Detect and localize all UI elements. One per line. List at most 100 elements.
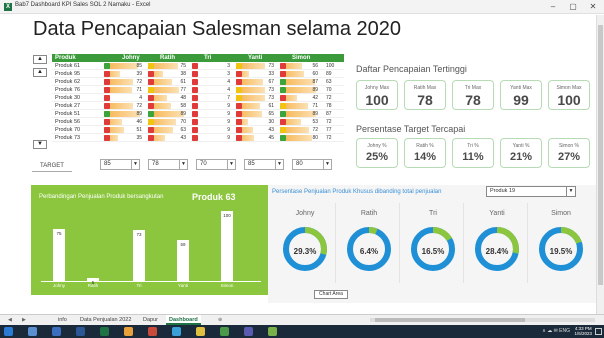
excel-taskbar-icon[interactable]: [100, 327, 109, 336]
score-cell: 85: [104, 63, 144, 69]
app-icon[interactable]: [148, 327, 157, 336]
vertical-scroll-thumb[interactable]: [598, 25, 603, 285]
horizontal-scrollbar[interactable]: [370, 318, 595, 322]
target-value: 70: [200, 161, 207, 167]
target-input[interactable]: 80 ▼: [292, 159, 332, 170]
header-johny: Johny: [122, 55, 140, 61]
word-icon[interactable]: [76, 327, 85, 336]
target-input[interactable]: 85 ▼: [244, 159, 284, 170]
kpi-card-value: 78: [465, 92, 481, 108]
tab-dapur[interactable]: Dapur: [143, 315, 158, 325]
search-icon[interactable]: [28, 327, 37, 336]
cross-icon: [192, 119, 198, 125]
chart-bar[interactable]: [133, 229, 145, 281]
tab-dashboard[interactable]: Dashboard: [166, 315, 201, 325]
scroll-up-button[interactable]: ▲: [33, 55, 47, 64]
system-tray[interactable]: ∧ ☁ ✉ ENG: [542, 328, 570, 334]
notification-icon[interactable]: [595, 328, 602, 335]
score-value: 65: [268, 111, 274, 117]
horizontal-scroll-thumb[interactable]: [375, 318, 525, 322]
table-row: Produk 73 35 43 9 45 80 72: [52, 134, 344, 142]
score-value: 35: [136, 135, 142, 141]
scroll-up-arrow-button[interactable]: ▲: [33, 68, 47, 77]
score-cell: 53: [280, 119, 320, 125]
cross-icon: [192, 111, 198, 117]
tab-prev-button[interactable]: ◀: [8, 315, 12, 325]
score-value: 75: [180, 63, 186, 69]
cross-icon: [236, 63, 242, 69]
chevron-down-icon[interactable]: ▼: [566, 187, 575, 196]
check-icon: [280, 111, 286, 117]
product-select[interactable]: Produk 19 ▼: [486, 186, 576, 197]
score-cell: 38: [148, 71, 188, 77]
cross-icon: [192, 135, 198, 141]
add-sheet-button[interactable]: ⊕: [218, 315, 222, 325]
score-value: 9: [227, 135, 230, 141]
score-cell: 73: [236, 87, 276, 93]
tab-data-penjualan[interactable]: Data Penjualan 2022: [80, 315, 131, 325]
task-view-icon[interactable]: [52, 327, 61, 336]
clock-date: 1/6/2023: [574, 331, 592, 336]
total-value: 89: [326, 71, 332, 77]
donut-column: Tri 16.5%: [402, 203, 464, 283]
score-value: 53: [312, 119, 318, 125]
kpi-card-value: 78: [417, 92, 433, 108]
target-input[interactable]: 85 ▼: [100, 159, 140, 170]
total-value: 72: [326, 119, 332, 125]
green-app-icon[interactable]: [220, 327, 229, 336]
target-input[interactable]: 78 ▼: [148, 159, 188, 170]
cross-icon: [236, 103, 242, 109]
vertical-scrollbar[interactable]: [596, 15, 604, 314]
donut-value: 19.5%: [549, 247, 573, 256]
score-value: 60: [312, 71, 318, 77]
total-value: 77: [326, 127, 332, 133]
comparison-chart[interactable]: Perbandingan Penjualan Produk bersangkut…: [31, 185, 268, 295]
kpi-card: Ratih % 14%: [404, 138, 446, 168]
kpi-card-label: Johny %: [367, 143, 387, 149]
powerpoint-icon[interactable]: [244, 327, 253, 336]
chevron-down-icon[interactable]: ▼: [131, 160, 139, 169]
chevron-down-icon[interactable]: ▼: [323, 160, 331, 169]
kpi-card: Ratih Max 78: [404, 80, 446, 110]
chart-data-label: 59: [180, 241, 186, 247]
score-value: 80: [312, 135, 318, 141]
tab-info[interactable]: info: [58, 315, 67, 325]
restore-button[interactable]: ▢: [566, 1, 580, 13]
check-icon: [280, 87, 286, 93]
chevron-down-icon[interactable]: ▼: [179, 160, 187, 169]
chart-bar[interactable]: [221, 211, 233, 281]
folder-icon[interactable]: [196, 327, 205, 336]
score-cell: 89: [148, 111, 188, 117]
total-value: 72: [326, 95, 332, 101]
tab-next-button[interactable]: ▶: [22, 315, 26, 325]
kpi-card-label: Tri %: [467, 143, 479, 149]
donut-column: Ratih 6.4%: [338, 203, 400, 283]
chrome-icon[interactable]: [124, 327, 133, 336]
score-cell: 71: [280, 103, 320, 109]
chart-category-label: Johny: [52, 283, 65, 288]
chevron-down-icon[interactable]: ▼: [227, 160, 235, 169]
score-value: 58: [180, 103, 186, 109]
clock[interactable]: 4:33 PM 1/6/2023: [574, 326, 592, 336]
chart-bar[interactable]: [53, 228, 65, 281]
score-cell: 89: [280, 111, 320, 117]
scroll-down-button[interactable]: ▼: [33, 140, 47, 149]
score-value: 89: [312, 111, 318, 117]
share-panel[interactable]: Persentase Penjualan Produk Khusus diban…: [268, 185, 596, 303]
score-cell: 58: [148, 103, 188, 109]
donut-value: 16.5%: [421, 247, 445, 256]
donut-name: Tri: [429, 210, 437, 217]
target-input[interactable]: 70 ▼: [196, 159, 236, 170]
score-cell: 45: [236, 135, 276, 141]
score-cell: 9: [192, 135, 232, 141]
start-icon[interactable]: [4, 327, 13, 336]
chevron-down-icon[interactable]: ▼: [275, 160, 283, 169]
donut-name: Ratih: [360, 210, 378, 217]
cross-icon: [104, 71, 110, 77]
close-button[interactable]: ✕: [586, 1, 600, 13]
edge-icon[interactable]: [172, 327, 181, 336]
minimize-button[interactable]: –: [546, 1, 560, 13]
cross-icon: [148, 79, 154, 85]
score-value: 73: [268, 95, 274, 101]
app2-icon[interactable]: [268, 327, 277, 336]
